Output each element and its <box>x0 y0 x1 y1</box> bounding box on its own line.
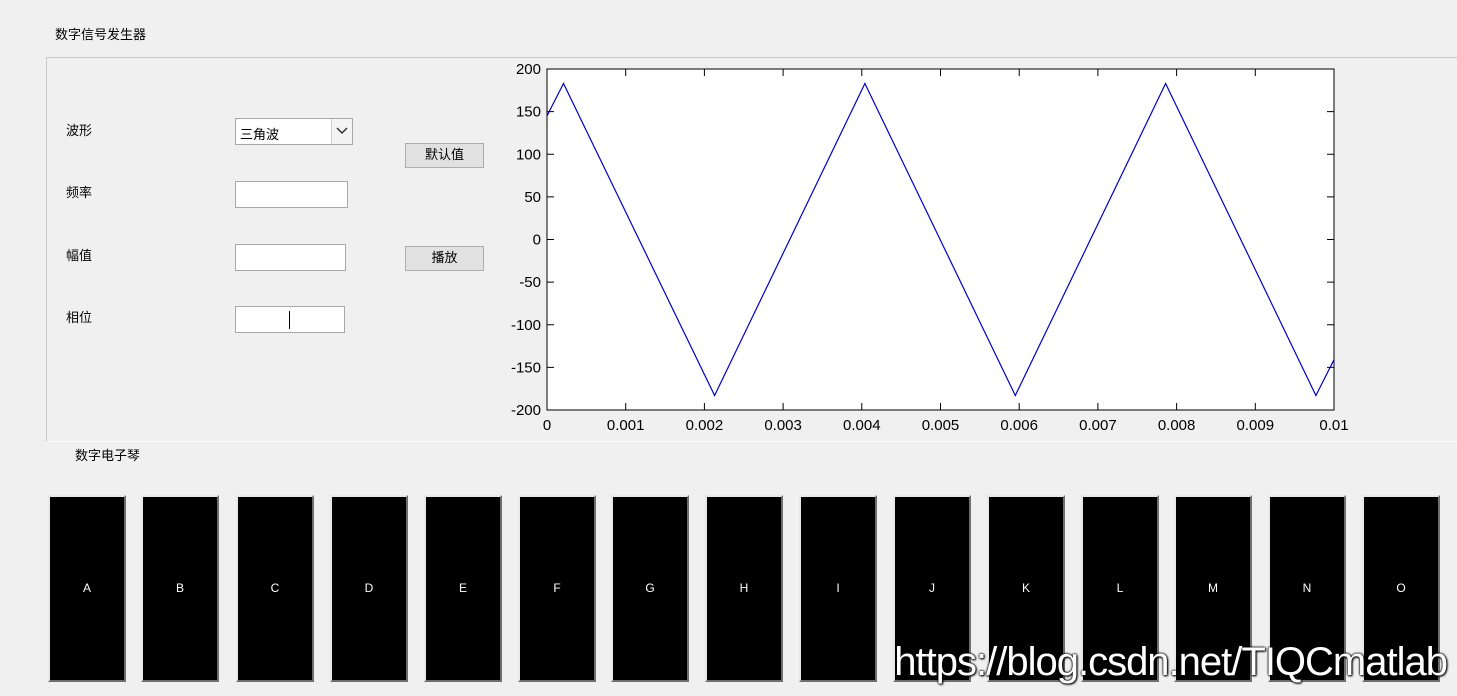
key-i[interactable]: I <box>799 495 877 682</box>
key-a[interactable]: A <box>48 495 126 682</box>
amplitude-input[interactable] <box>235 244 346 271</box>
key-label: L <box>1116 581 1124 595</box>
chevron-down-icon <box>336 127 348 135</box>
y-tick-label: -150 <box>511 359 541 376</box>
key-label: H <box>739 581 749 595</box>
key-b[interactable]: B <box>141 495 219 682</box>
key-label: M <box>1208 581 1218 595</box>
key-label: O <box>1396 581 1406 595</box>
x-tick-label: 0.004 <box>843 417 881 434</box>
waveform-value: 三角波 <box>240 128 280 143</box>
y-tick-label: 100 <box>516 146 541 163</box>
watermark: https://blog.csdn.net/TIQCmatlab <box>894 640 1448 684</box>
frequency-label: 频率 <box>66 186 93 201</box>
y-tick-label: -50 <box>519 274 541 291</box>
x-tick-label: 0 <box>543 417 551 434</box>
key-d[interactable]: D <box>330 495 408 682</box>
key-label: A <box>82 581 91 595</box>
key-label: E <box>458 581 467 595</box>
frequency-input[interactable] <box>235 181 348 208</box>
waveform-label: 波形 <box>66 124 93 139</box>
key-label: F <box>553 581 561 595</box>
x-tick-label: 0.003 <box>764 417 802 434</box>
x-tick-label: 0.007 <box>1079 417 1117 434</box>
key-c[interactable]: C <box>236 495 314 682</box>
x-tick-label: 0.006 <box>1000 417 1038 434</box>
key-e[interactable]: E <box>424 495 502 682</box>
dropdown-button[interactable] <box>331 119 352 144</box>
play-button[interactable]: 播放 <box>405 246 484 271</box>
key-h[interactable]: H <box>705 495 783 682</box>
x-tick-label: 0.001 <box>607 417 645 434</box>
default-button[interactable]: 默认值 <box>405 143 484 168</box>
keyboard-title: 数字电子琴 <box>75 449 141 464</box>
key-label: C <box>270 581 280 595</box>
x-tick-label: 0.01 <box>1319 417 1348 434</box>
key-label: K <box>1021 581 1030 595</box>
key-label: I <box>836 581 840 595</box>
amplitude-label: 幅值 <box>66 249 93 264</box>
x-tick-label: 0.005 <box>922 417 960 434</box>
panel-title: 数字信号发生器 <box>55 28 147 43</box>
x-tick-label: 0.008 <box>1158 417 1196 434</box>
y-tick-label: 50 <box>524 189 541 206</box>
text-cursor <box>289 311 290 329</box>
key-label: N <box>1302 581 1312 595</box>
phase-label: 相位 <box>66 311 93 326</box>
key-label: D <box>364 581 374 595</box>
key-label: B <box>175 581 184 595</box>
x-tick-label: 0.009 <box>1237 417 1275 434</box>
phase-input[interactable] <box>235 306 345 333</box>
key-f[interactable]: F <box>518 495 596 682</box>
x-tick-label: 0.002 <box>686 417 724 434</box>
y-tick-label: -200 <box>511 402 541 419</box>
key-g[interactable]: G <box>611 495 689 682</box>
y-tick-label: 0 <box>533 232 541 249</box>
waveform-select[interactable]: 三角波 <box>235 118 353 145</box>
y-tick-label: 200 <box>516 61 541 78</box>
key-label: G <box>645 581 655 595</box>
waveform-plot: 0 0.001 0.002 0.003 0.004 0.005 0.006 0.007 0.00… <box>511 61 1349 434</box>
y-tick-label: 150 <box>516 104 541 121</box>
key-label: J <box>929 581 935 595</box>
y-tick-label: -100 <box>511 317 541 334</box>
